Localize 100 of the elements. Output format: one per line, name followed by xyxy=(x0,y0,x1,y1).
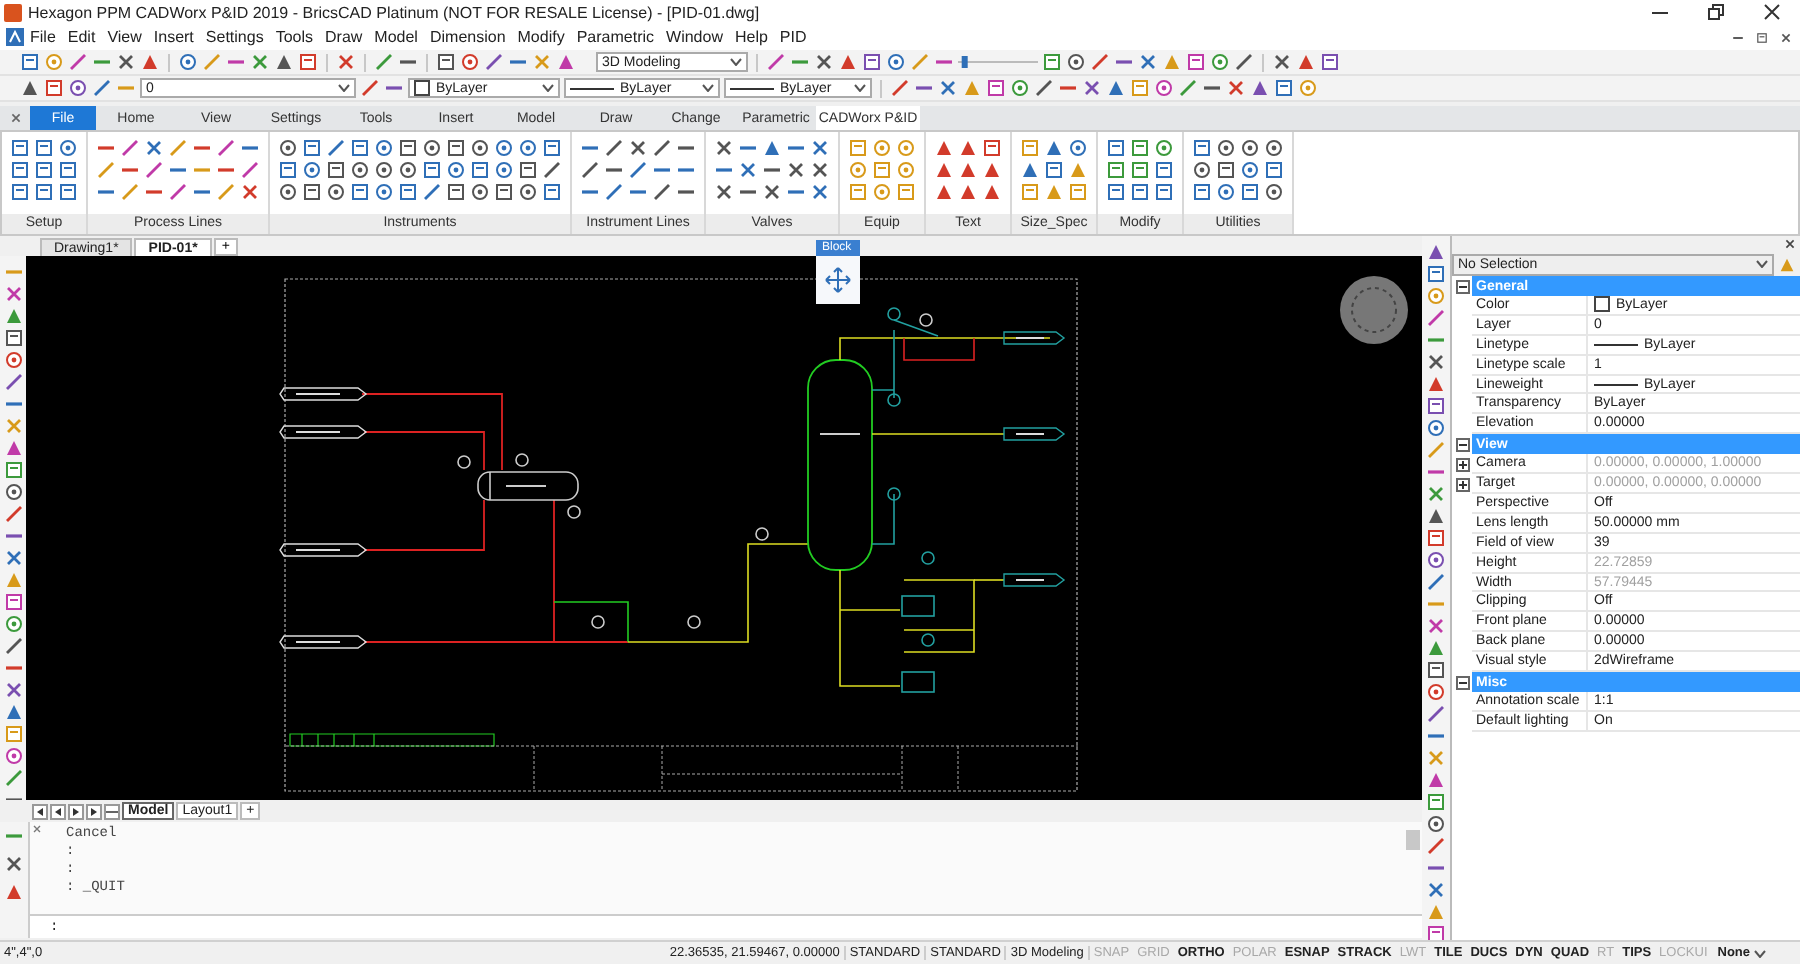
menu-item[interactable]: Tools xyxy=(269,28,319,46)
circle-icon[interactable] xyxy=(1426,682,1446,702)
diagonal-line-icon[interactable] xyxy=(216,138,236,158)
frame-icon[interactable] xyxy=(302,182,322,202)
triangle-icon[interactable] xyxy=(140,52,160,72)
diagonal-line-icon[interactable] xyxy=(1426,836,1446,856)
frame-icon[interactable] xyxy=(1130,160,1150,180)
frame-icon[interactable] xyxy=(986,78,1006,98)
collapse-icon[interactable] xyxy=(1455,279,1469,293)
diagonal-line-icon[interactable] xyxy=(652,182,672,202)
navigation-wheel-icon[interactable] xyxy=(1338,274,1410,346)
triangle-icon[interactable] xyxy=(3,306,23,326)
next-icon[interactable] xyxy=(68,803,84,819)
frame-icon[interactable] xyxy=(10,160,30,180)
circle-icon[interactable] xyxy=(302,160,322,180)
menu-item[interactable]: Parametric xyxy=(570,28,661,46)
circle-icon[interactable] xyxy=(350,160,370,180)
circle-icon[interactable] xyxy=(1010,78,1030,98)
circle-icon[interactable] xyxy=(1216,182,1236,202)
circle-icon[interactable] xyxy=(1426,550,1446,570)
triangle-icon[interactable] xyxy=(3,438,23,458)
circle-icon[interactable] xyxy=(1240,160,1260,180)
cross-icon[interactable] xyxy=(3,548,23,568)
menu-item[interactable]: File xyxy=(24,28,62,46)
triangle-icon[interactable] xyxy=(3,702,23,722)
circle-icon[interactable] xyxy=(470,138,490,158)
cross-icon[interactable] xyxy=(3,284,23,304)
frame-icon[interactable] xyxy=(1192,182,1212,202)
circle-icon[interactable] xyxy=(1426,418,1446,438)
circle-icon[interactable] xyxy=(422,138,442,158)
next-icon[interactable] xyxy=(86,803,102,819)
frame-icon[interactable] xyxy=(1154,160,1174,180)
triangle-icon[interactable] xyxy=(1426,638,1446,658)
diagonal-line-icon[interactable] xyxy=(422,182,442,202)
frame-icon[interactable] xyxy=(1192,138,1212,158)
frame-icon[interactable] xyxy=(350,182,370,202)
cross-icon[interactable] xyxy=(714,182,734,202)
circle-icon[interactable] xyxy=(374,160,394,180)
cross-icon[interactable] xyxy=(738,160,758,180)
frame-icon[interactable] xyxy=(1130,138,1150,158)
cross-icon[interactable] xyxy=(3,680,23,700)
frame-icon[interactable] xyxy=(1320,52,1340,72)
triangle-icon[interactable] xyxy=(4,882,24,902)
cross-icon[interactable] xyxy=(1272,52,1292,72)
circle-icon[interactable] xyxy=(1264,182,1284,202)
frame-icon[interactable] xyxy=(1274,78,1294,98)
frame-icon[interactable] xyxy=(398,138,418,158)
circle-icon[interactable] xyxy=(1426,814,1446,834)
diagonal-line-icon[interactable] xyxy=(1234,52,1254,72)
circle-icon[interactable] xyxy=(518,182,538,202)
frame-icon[interactable] xyxy=(1426,528,1446,548)
circle-icon[interactable] xyxy=(278,182,298,202)
menu-item[interactable]: Modify xyxy=(511,28,571,46)
frame-icon[interactable] xyxy=(1426,396,1446,416)
cross-icon[interactable] xyxy=(9,112,21,124)
circle-icon[interactable] xyxy=(374,182,394,202)
collapse-icon[interactable] xyxy=(1455,675,1469,690)
frame-icon[interactable] xyxy=(446,138,466,158)
diagonal-line-icon[interactable] xyxy=(604,182,624,202)
circle-icon[interactable] xyxy=(1154,138,1174,158)
diagonal-line-icon[interactable] xyxy=(580,160,600,180)
cross-icon[interactable] xyxy=(786,160,806,180)
diagonal-line-icon[interactable] xyxy=(652,138,672,158)
list-icon[interactable] xyxy=(104,803,120,819)
dash-icon[interactable] xyxy=(1732,31,1744,43)
move-arrows-icon[interactable] xyxy=(824,266,852,294)
frame-icon[interactable] xyxy=(10,138,30,158)
circle-icon[interactable] xyxy=(178,52,198,72)
diagonal-line-icon[interactable] xyxy=(890,78,910,98)
cross-icon[interactable] xyxy=(938,78,958,98)
cross-icon[interactable] xyxy=(814,52,834,72)
menu-item[interactable]: Window xyxy=(660,28,729,46)
menu-item[interactable]: Model xyxy=(368,28,424,46)
triangle-icon[interactable] xyxy=(1426,506,1446,526)
cross-icon[interactable] xyxy=(144,138,164,158)
cross-icon[interactable] xyxy=(1784,238,1796,250)
cross-icon[interactable] xyxy=(714,138,734,158)
menu-item[interactable]: Settings xyxy=(199,28,270,46)
cross-icon[interactable] xyxy=(628,138,648,158)
menu-item[interactable]: Dimension xyxy=(423,28,512,46)
frame-icon[interactable] xyxy=(1756,31,1768,43)
frame-icon[interactable] xyxy=(326,160,346,180)
triangle-icon[interactable] xyxy=(274,52,294,72)
frame-icon[interactable] xyxy=(542,138,562,158)
menu-item[interactable]: PID xyxy=(773,28,813,46)
diagonal-line-icon[interactable] xyxy=(3,504,23,524)
frame-icon[interactable] xyxy=(862,52,882,72)
diagonal-line-icon[interactable] xyxy=(766,52,786,72)
cross-icon[interactable] xyxy=(32,824,42,834)
diagonal-line-icon[interactable] xyxy=(168,182,188,202)
circle-icon[interactable] xyxy=(398,160,418,180)
diagonal-line-icon[interactable] xyxy=(120,138,140,158)
circle-icon[interactable] xyxy=(518,138,538,158)
circle-icon[interactable] xyxy=(1068,138,1088,158)
triangle-icon[interactable] xyxy=(838,52,858,72)
circle-icon[interactable] xyxy=(1264,138,1284,158)
frame-icon[interactable] xyxy=(3,328,23,348)
cross-icon[interactable] xyxy=(116,52,136,72)
diagonal-line-icon[interactable] xyxy=(3,372,23,392)
frame-icon[interactable] xyxy=(350,138,370,158)
